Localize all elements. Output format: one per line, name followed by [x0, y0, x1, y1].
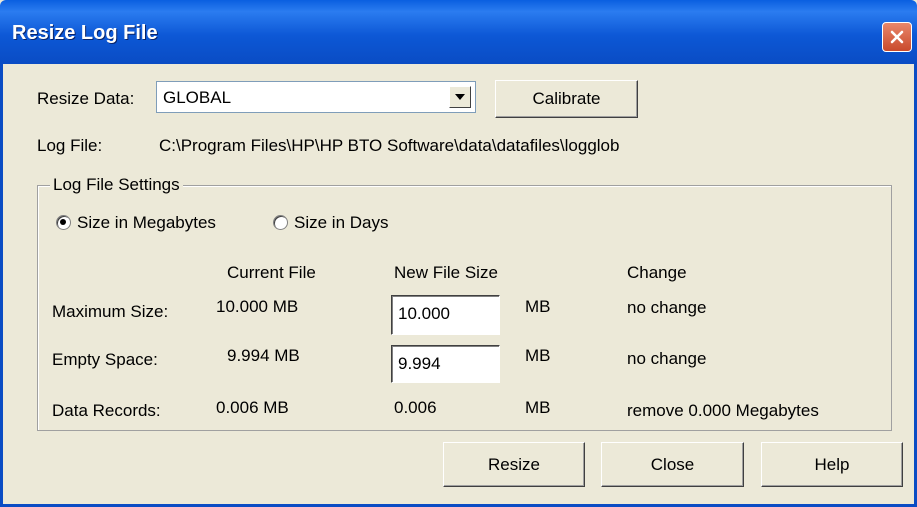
- header-current-file: Current File: [227, 263, 316, 282]
- current-value: 0.006 MB: [216, 398, 289, 417]
- log-file-label: Log File:: [37, 136, 103, 155]
- new-max-size-value: 10.000: [398, 304, 450, 323]
- calibrate-button[interactable]: Calibrate: [495, 80, 638, 118]
- resize-data-select[interactable]: GLOBAL: [156, 81, 476, 113]
- resize-button[interactable]: Resize: [443, 442, 585, 487]
- change-value: remove 0.000 Megabytes: [627, 401, 819, 420]
- unit-label: MB: [525, 398, 551, 417]
- new-max-size-input[interactable]: 10.000: [391, 295, 500, 335]
- radio-size-megabytes-label[interactable]: Size in Megabytes: [77, 213, 216, 233]
- header-new-file-size: New File Size: [394, 263, 498, 282]
- new-value: 0.006: [394, 398, 437, 417]
- header-change: Change: [627, 263, 687, 282]
- change-value: no change: [627, 298, 707, 317]
- close-icon: [890, 30, 904, 44]
- radio-size-days[interactable]: [273, 215, 288, 230]
- close-button[interactable]: Close: [601, 442, 744, 487]
- group-label: Log File Settings: [50, 175, 183, 195]
- radio-size-days-label[interactable]: Size in Days: [294, 213, 388, 233]
- new-empty-space-input[interactable]: 9.994: [391, 345, 500, 383]
- close-window-button[interactable]: [882, 22, 912, 52]
- new-empty-space-value: 9.994: [398, 354, 441, 373]
- radio-size-megabytes[interactable]: [56, 215, 71, 230]
- log-file-path: C:\Program Files\HP\HP BTO Software\data…: [159, 136, 620, 155]
- dropdown-arrow-button[interactable]: [449, 86, 471, 108]
- resize-data-label: Resize Data:: [37, 89, 135, 108]
- unit-label: MB: [525, 297, 551, 316]
- title-bar[interactable]: Resize Log File: [0, 0, 917, 64]
- help-button-label: Help: [814, 454, 850, 474]
- window-title: Resize Log File: [12, 22, 158, 44]
- row-label: Data Records:: [52, 401, 161, 420]
- row-label: Empty Space:: [52, 350, 158, 369]
- change-value: no change: [627, 349, 707, 368]
- current-value: 10.000 MB: [216, 297, 299, 316]
- row-label: Maximum Size:: [52, 302, 169, 321]
- calibrate-button-label: Calibrate: [532, 89, 601, 108]
- resize-data-value: GLOBAL: [163, 88, 232, 107]
- resize-button-label: Resize: [488, 454, 540, 474]
- close-button-label: Close: [650, 454, 695, 474]
- current-value: 9.994 MB: [227, 346, 300, 365]
- unit-label: MB: [525, 346, 551, 365]
- help-button[interactable]: Help: [761, 442, 903, 487]
- chevron-down-icon: [455, 94, 465, 100]
